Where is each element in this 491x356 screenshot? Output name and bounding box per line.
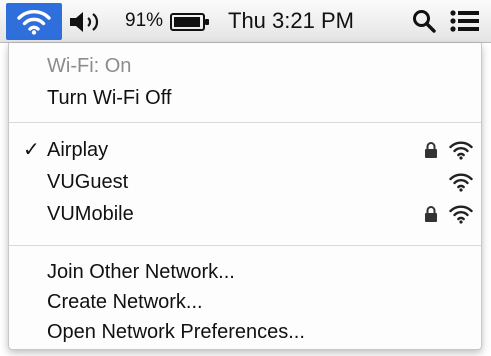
menu-separator bbox=[9, 245, 481, 246]
checkmark-icon: ✓ bbox=[23, 139, 40, 161]
wifi-signal-icon bbox=[449, 205, 473, 224]
network-name: Airplay bbox=[47, 139, 109, 161]
wifi-dropdown-menu: Wi-Fi: On Turn Wi-Fi Off ✓ Airplay VUGue… bbox=[8, 43, 482, 350]
turn-wifi-off-label: Turn Wi-Fi Off bbox=[47, 87, 172, 109]
join-other-network-label: Join Other Network... bbox=[47, 261, 235, 283]
battery-percent: 91% bbox=[125, 10, 164, 31]
spotlight-search-icon[interactable] bbox=[412, 9, 436, 33]
notification-center-icon[interactable] bbox=[450, 10, 480, 32]
create-network-label: Create Network... bbox=[47, 291, 203, 313]
wifi-signal-icon bbox=[449, 141, 473, 160]
turn-wifi-off-item[interactable]: Turn Wi-Fi Off bbox=[9, 83, 481, 113]
network-item-vuguest[interactable]: VUGuest bbox=[9, 167, 481, 197]
lock-icon bbox=[425, 206, 437, 222]
wifi-status: Wi-Fi: On bbox=[9, 51, 481, 81]
wifi-status-label: Wi-Fi: On bbox=[47, 55, 132, 77]
menu-separator bbox=[9, 122, 481, 123]
network-item-airplay[interactable]: ✓ Airplay bbox=[9, 135, 481, 165]
network-item-vumobile[interactable]: VUMobile bbox=[9, 199, 481, 229]
open-network-preferences-item[interactable]: Open Network Preferences... bbox=[9, 317, 481, 347]
battery-icon[interactable] bbox=[170, 12, 210, 32]
wifi-icon bbox=[17, 10, 51, 35]
network-name: VUGuest bbox=[47, 171, 129, 193]
create-network-item[interactable]: Create Network... bbox=[9, 287, 481, 317]
menubar-clock[interactable]: Thu 3:21 PM bbox=[228, 8, 354, 34]
lock-icon bbox=[425, 142, 437, 158]
open-network-preferences-label: Open Network Preferences... bbox=[47, 321, 305, 343]
wifi-menu-extra[interactable] bbox=[6, 3, 62, 40]
network-name: VUMobile bbox=[47, 203, 134, 225]
wifi-signal-icon bbox=[449, 173, 473, 192]
join-other-network-item[interactable]: Join Other Network... bbox=[9, 257, 481, 287]
menu-bar: 91% Thu 3:21 PM bbox=[0, 0, 491, 43]
volume-icon[interactable] bbox=[68, 10, 106, 34]
